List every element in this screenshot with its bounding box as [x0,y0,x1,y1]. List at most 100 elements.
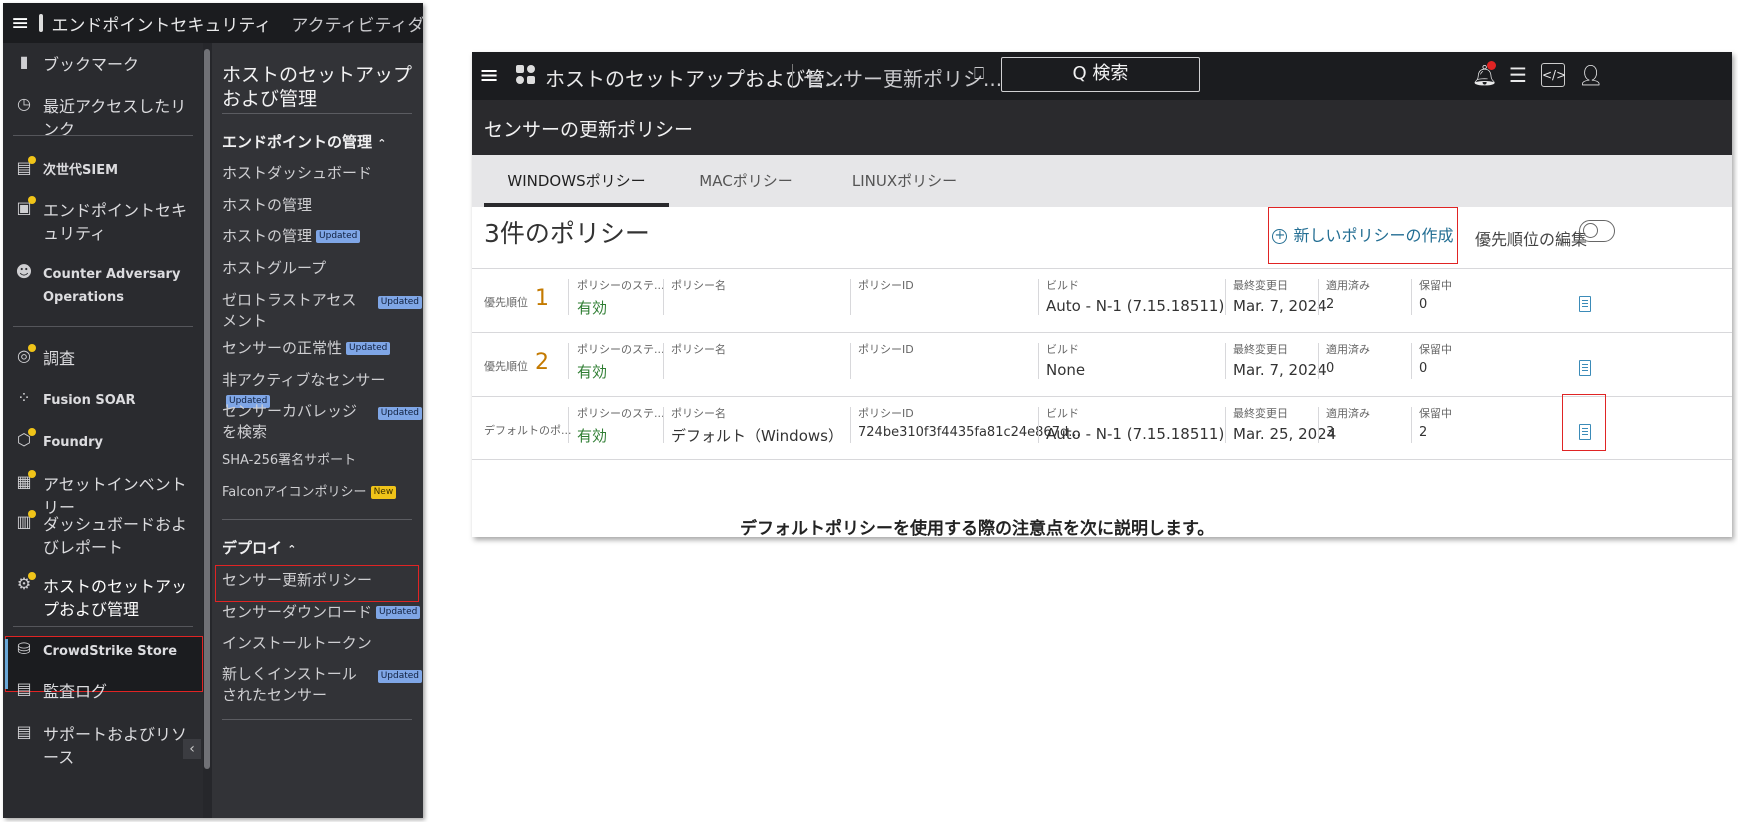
collapse-nav-button[interactable]: ‹ [183,739,201,759]
nav-label: 監査ログ [43,682,108,701]
col-header-build: ビルド [1046,407,1079,420]
asset-icon: ▦ [15,470,36,491]
nav2-item[interactable]: SHA-256署名サポート [222,450,422,471]
col-header-applied: 適用済み [1326,407,1370,420]
nav-label: ホストのセットアップおよび管理 [43,577,188,619]
priority-number: 2 [535,350,549,375]
priority-edit-toggle[interactable] [1579,220,1615,242]
nav2-item[interactable]: ゼロトラストアセスメント Updated [222,290,422,332]
updated-badge: Updated [377,407,422,420]
policy-name[interactable]: デフォルト（Windows） [671,425,843,446]
secondary-nav-title: ホストのセットアップおよび管理 [222,64,413,110]
priority-label: デフォルトのポ... [484,424,572,437]
create-policy-label: 新しいポリシーの作成 [1293,226,1454,245]
pending-value: 2 [1419,425,1428,440]
bookmark-icon[interactable]: ⎕ [974,64,984,84]
edit-policy-icon[interactable] [1579,360,1591,376]
modified-value: Mar. 7, 2024 [1233,361,1327,379]
secondary-nav: ホストのセットアップおよび管理 エンドポイントの管理 ⌃ ホストダッシュボード … [212,43,423,818]
caption-text: デフォルトポリシーを使用する際の注意点を次に説明します。 [740,519,1215,539]
nav-divider [13,626,193,627]
updated-badge: Updated [376,606,421,619]
applied-value: 0 [1326,361,1335,376]
build-value: None [1046,361,1086,379]
section-deploy[interactable]: デプロイ ⌃ [222,537,296,558]
nav-label: ダッシュボードおよびレポート [43,515,188,557]
col-header-modified: 最終変更日 [1233,279,1288,292]
nav2-item[interactable]: Falconアイコンポリシー New [222,482,422,503]
updated-badge: Updated [377,296,422,309]
nav-divider [222,719,412,720]
bookmark-icon: ▮ [19,52,29,71]
col-header-name: ポリシー名 [671,407,726,420]
priority-label: 優先順位 [484,360,528,373]
chevron-up-icon: ⌃ [287,543,297,556]
col-header-modified: 最終変更日 [1233,343,1288,356]
status-value: 有効 [577,427,608,445]
build-value: Auto - N-1 (7.15.18511) [1046,297,1225,315]
breadcrumb[interactable]: センサー更新ポリシ... [803,63,1002,92]
nav2-item[interactable]: ホストの管理 [222,195,422,216]
endpoint-icon: ▣ [15,196,36,217]
edit-policy-icon[interactable] [1579,296,1591,312]
plus-circle-icon: + [1272,229,1288,244]
top-bar: ≡ ホストのセットアップおよび管... センサー更新ポリシ... ⎕ Q 検索 … [472,52,1732,100]
search-box[interactable]: Q 検索 [1001,57,1200,92]
nav2-item[interactable]: センサーの正常性 Updated [222,338,422,359]
table-row[interactable]: デフォルトのポ... ポリシーのステ... 有効 ポリシー名デフォルト（Windo… [472,396,1732,460]
modified-value: Mar. 25, 2024 [1233,425,1337,443]
applied-value: 3 [1326,425,1335,440]
nav2-item[interactable]: ホストの管理 Updated [222,226,422,247]
developer-icon[interactable]: </> [1541,63,1566,87]
page-title: ホストのセットアップおよび管... [545,67,845,91]
nav-label: 調査 [43,349,76,368]
nav-divider [13,135,193,136]
section-label: デプロイ [222,539,283,557]
nav-label: ブックマーク [43,55,140,74]
investigate-icon: ◎ [15,344,36,365]
col-header-pending: 保留中 [1419,407,1452,420]
nav-divider [13,326,193,327]
nav2-item[interactable]: インストールトークン [222,633,422,654]
menu-icon[interactable]: ≡ [479,61,499,89]
sidebar-header: ≡ エンドポイントセキュリティ アクティビティダッシュボー [3,3,423,43]
tab-windows[interactable]: WINDOWSポリシー [484,155,669,207]
breadcrumb[interactable]: アクティビティダッシュボー [291,11,423,36]
dashboard-icon: ▥ [15,510,36,531]
updated-badge: Updated [316,230,361,243]
menu-icon[interactable]: ≡ [11,11,29,36]
scrollbar[interactable] [204,49,210,769]
col-header-status: ポリシーのステ... [577,407,665,420]
selected-highlight-box [215,565,419,602]
pending-value: 0 [1419,361,1428,376]
nav-label: サポートおよびリソース [43,725,188,767]
status-value: 有効 [577,363,608,381]
nav2-item[interactable]: ホストダッシュボード [222,163,422,184]
recent-icon: ◷ [17,94,31,113]
create-policy-button[interactable]: + 新しいポリシーの作成 [1268,207,1458,264]
header-divider [792,64,793,88]
notification-bell-icon[interactable]: 🔔︎ [1472,61,1497,87]
counter-adversary-icon: ☻ [15,262,33,281]
nav-label: Counter Adversary Operations [43,267,181,305]
col-header-applied: 適用済み [1326,279,1370,292]
user-icon[interactable]: 👤︎ [1578,63,1603,87]
priority-edit-label: 優先順位の編集 [1475,230,1588,249]
updated-badge: Updated [377,670,422,683]
host-setup-icon[interactable]: ☰ [1506,63,1530,87]
nav-selected-indicator [5,639,8,689]
nav2-item[interactable]: ホストグループ [222,258,422,279]
nav2-item[interactable]: センサーダウンロード Updated [222,602,422,623]
page-header: センサーの更新ポリシー [472,100,1732,155]
col-header-pending: 保留中 [1419,343,1452,356]
fusion-icon: ⁘ [17,388,31,407]
chevron-up-icon: ⌃ [377,137,387,150]
table-row[interactable]: 優先順位 1 ポリシーのステ... 有効 ポリシー名 ポリシーID ビルド Auto… [472,268,1732,332]
tab-linux[interactable]: LINUXポリシー [822,155,987,207]
nav2-item[interactable]: センサーカバレッジを検索 Updated [222,401,422,443]
build-value: Auto - N-1 (7.15.18511) [1046,425,1225,443]
table-row[interactable]: 優先順位 2 ポリシーのステ... 有効 ポリシー名 ポリシーID ビルド None… [472,332,1732,396]
section-endpoint-management[interactable]: エンドポイントの管理 ⌃ [222,131,386,152]
tab-mac[interactable]: MACポリシー [670,155,822,207]
nav2-item[interactable]: 新しくインストールされたセンサー Updated [222,664,422,706]
